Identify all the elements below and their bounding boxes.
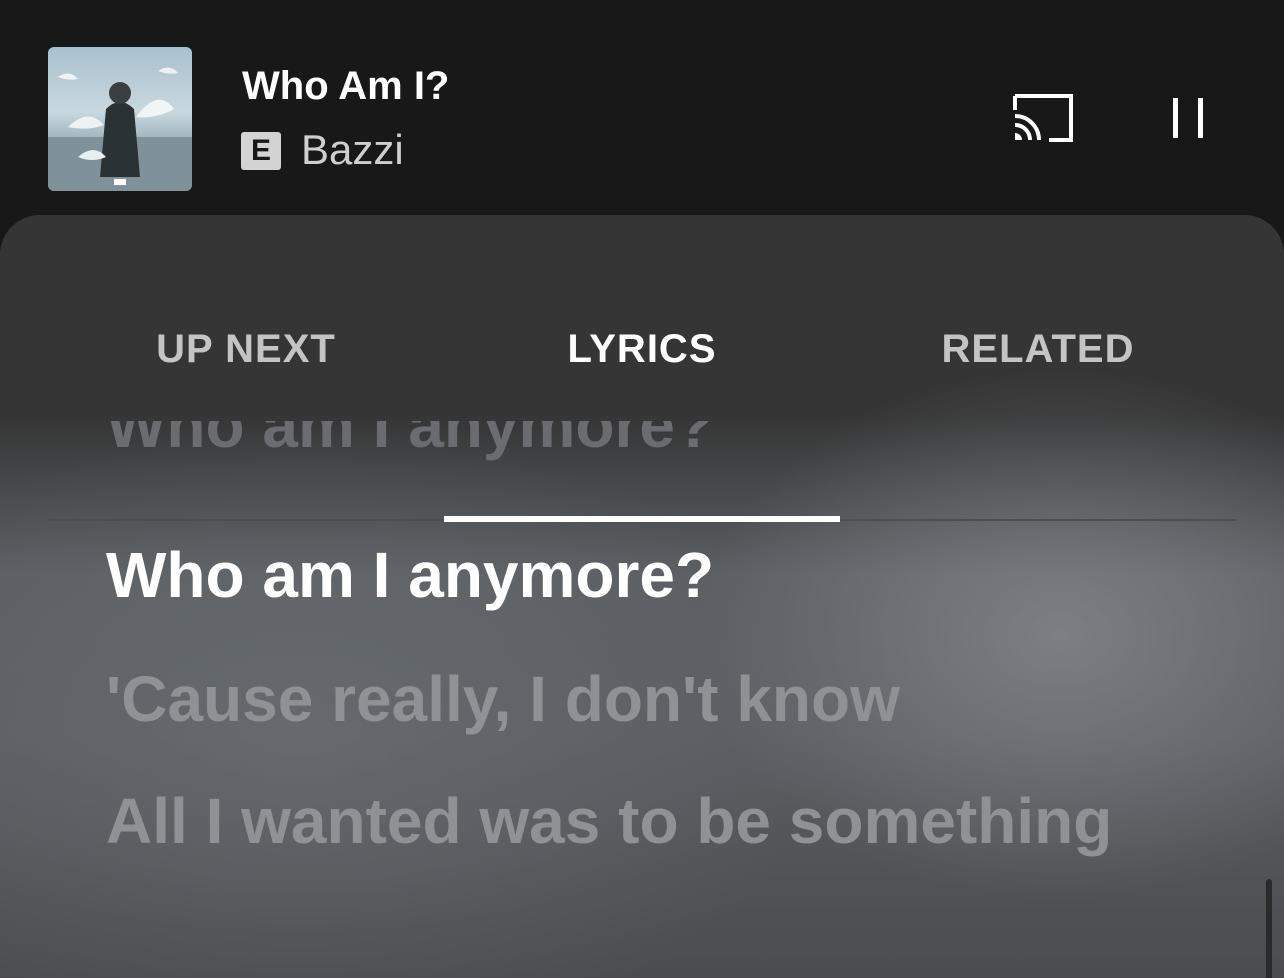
tab-lyrics[interactable]: LYRICS — [444, 315, 840, 419]
explicit-badge: E — [241, 132, 281, 170]
cast-button[interactable] — [1005, 90, 1081, 148]
lyric-line-previous: Who am I anymore? — [106, 421, 715, 461]
lyric-line-current: Who am I anymore? — [106, 539, 715, 611]
album-art-image — [48, 67, 192, 191]
lyric-line-next: 'Cause really, I don't know — [106, 663, 900, 735]
artist-name[interactable]: Bazzi — [301, 126, 404, 174]
lyrics-panel[interactable]: Who am I anymore? Who am I anymore? 'Cau… — [0, 421, 1284, 978]
now-playing-screen: Who Am I? E Bazzi UP NEXT LYRICS RELATED — [0, 0, 1284, 978]
pause-button[interactable] — [1160, 92, 1216, 144]
mini-player[interactable]: Who Am I? E Bazzi — [0, 0, 1284, 215]
tab-bar: UP NEXT LYRICS RELATED — [48, 315, 1236, 522]
pause-icon — [1173, 98, 1203, 138]
lyric-line-next: All I wanted was to be something — [106, 785, 1113, 857]
tab-related[interactable]: RELATED — [840, 315, 1236, 419]
scrollbar[interactable] — [1266, 879, 1272, 978]
cast-icon — [1013, 94, 1073, 142]
tab-up-next[interactable]: UP NEXT — [48, 315, 444, 419]
track-title[interactable]: Who Am I? — [242, 64, 449, 109]
album-art[interactable] — [48, 47, 192, 191]
bottom-sheet: UP NEXT LYRICS RELATED Who am I anymore?… — [0, 215, 1284, 978]
